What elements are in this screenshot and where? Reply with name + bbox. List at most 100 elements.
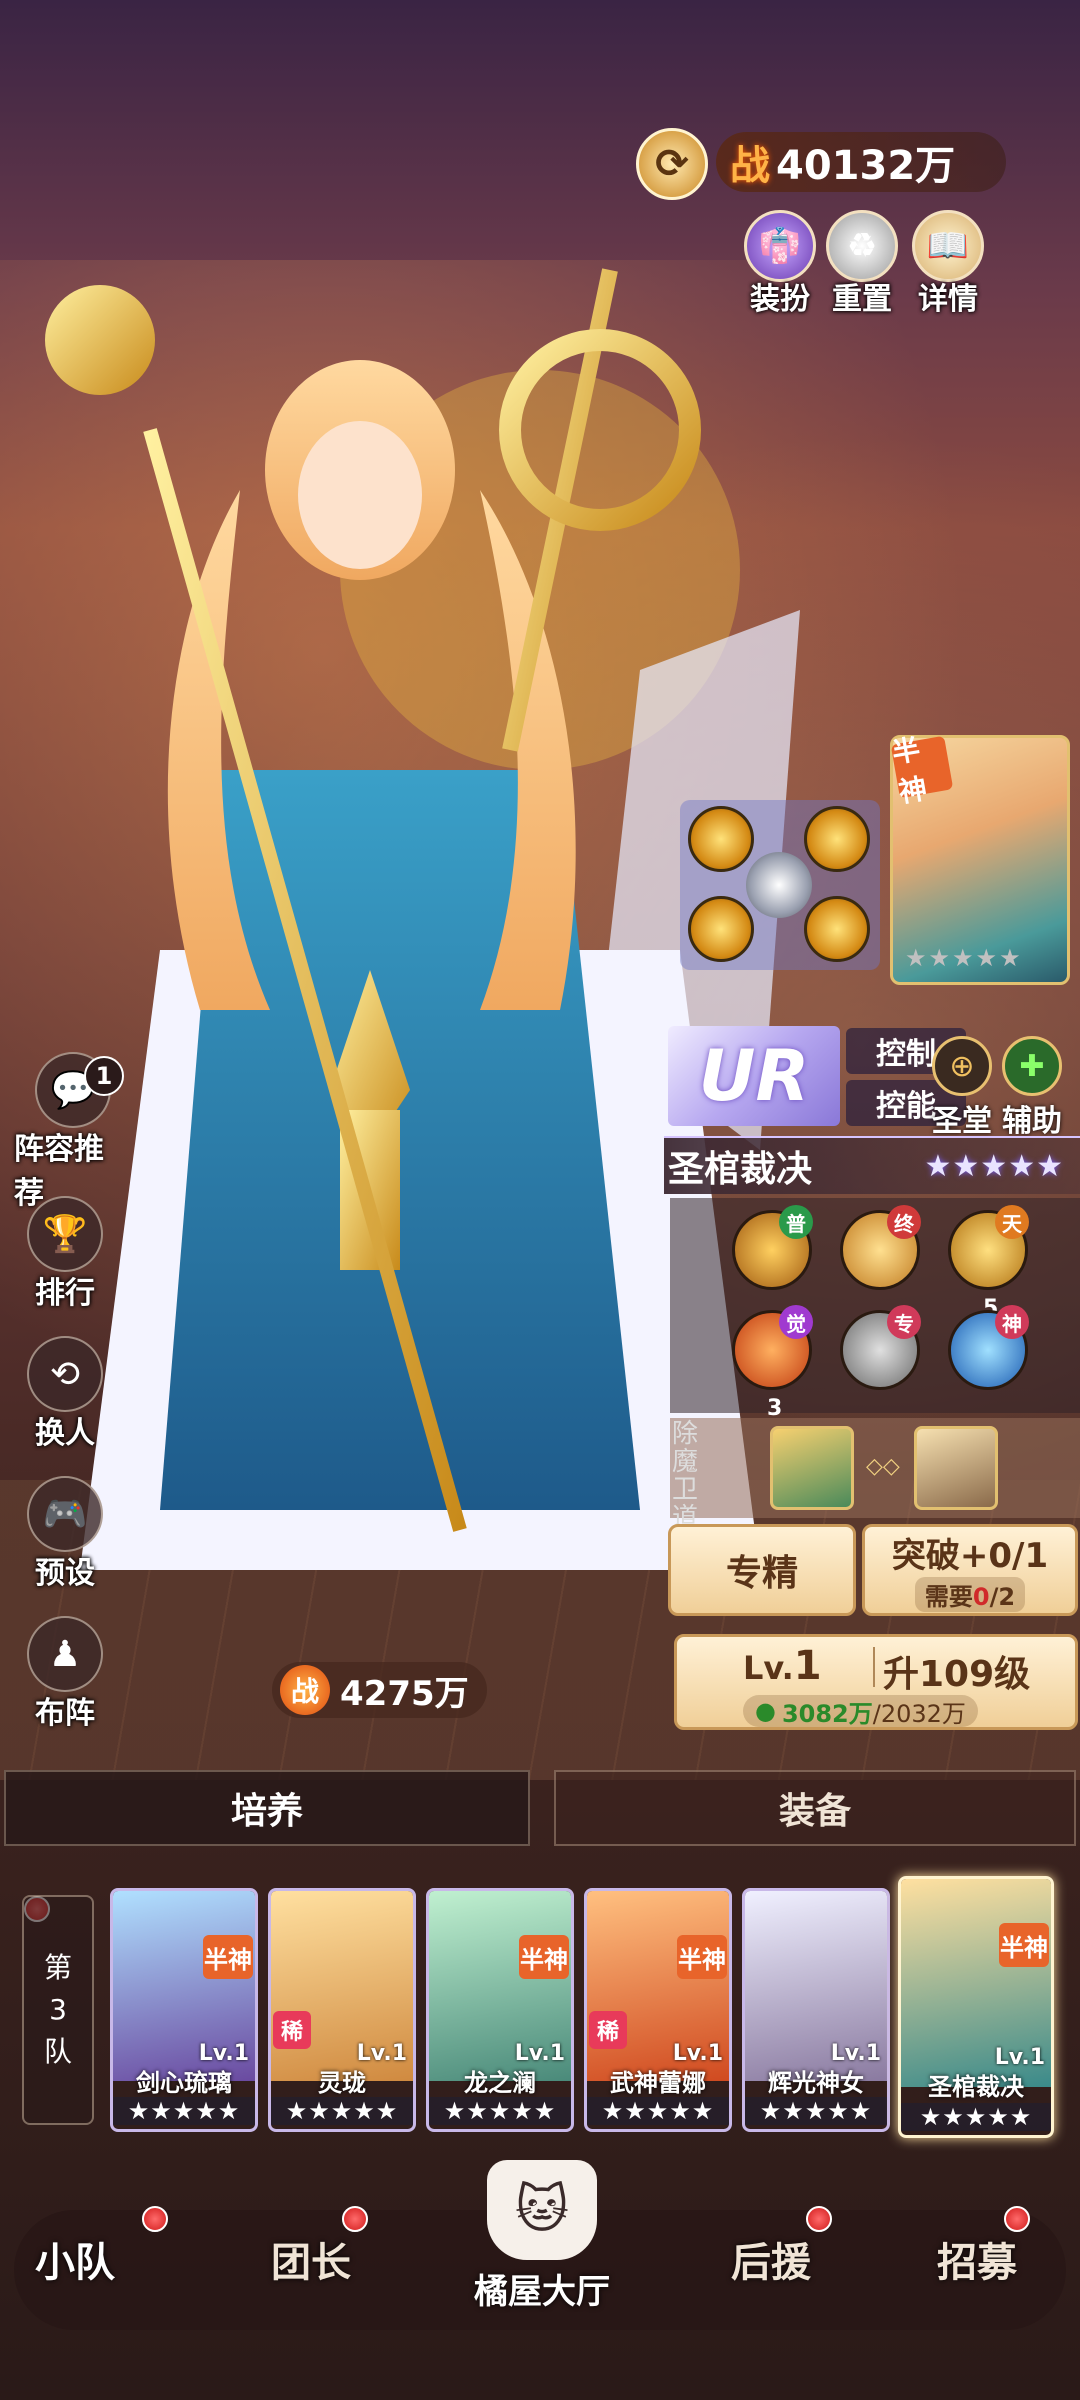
nav-support[interactable]: 后援 [696,2230,846,2288]
hero-stars: ★★★★★ [924,1148,1064,1184]
switch-hero-button[interactable]: ⟳ [636,128,708,200]
combat-power-prefix: 战 [730,143,770,189]
formation-button[interactable]: ♟ 布阵 [20,1616,110,1732]
team-hero-card[interactable]: 半神 Lv.1 龙之澜 ★★★★★ [426,1888,574,2132]
team-power: 战 4275万 [272,1662,487,1718]
hero-portrait-card[interactable]: 半神 ★★★★★ [889,732,1070,985]
skill-awaken[interactable]: 觉 3 [732,1305,813,1421]
hero-name: 武神蕾娜 [610,2069,706,2097]
level-prefix: Lv. [743,1649,794,1687]
hero-stars: ★★★★★ [901,2103,1051,2131]
preset-label: 预设 [35,1556,95,1591]
relic-core[interactable] [746,852,812,918]
nav-label: 橘屋大厅 [474,2272,610,2312]
level-cost: ● 3082万 /2032万 [743,1695,978,1728]
tab-equipment[interactable]: 装备 [554,1770,1076,1846]
details-label: 详情 [918,282,978,317]
class-label: 圣堂 [932,1104,992,1139]
bond-hero-card[interactable] [770,1426,854,1510]
level-up-button[interactable]: Lv.1 升109级 ● 3082万 /2032万 [674,1634,1078,1730]
specialize-label: 专精 [725,1553,798,1594]
hero-stars: ★★★★★ [745,2097,887,2125]
skill-tag: 天 [995,1205,1029,1239]
skill-tag: 觉 [779,1305,813,1339]
skill-normal[interactable]: 普 [732,1205,813,1290]
nav-label: 后援 [731,2240,811,2286]
notification-dot [342,2206,368,2232]
relic-slot[interactable] [804,896,870,962]
nav-team[interactable]: 小队 [0,2230,150,2288]
level-display: Lv.1 [743,1643,822,1689]
class-templar: ⊕ 圣堂 [932,1036,992,1140]
breakthrough-button[interactable]: 突破+0/1 需要0/2 [862,1524,1078,1616]
relic-slot[interactable] [688,896,754,962]
team-hero-card[interactable]: 半神 Lv.1 剑心琉璃 ★★★★★ [110,1888,258,2132]
formation-label: 布阵 [35,1696,95,1731]
skill-ultimate[interactable]: 终 [840,1205,921,1290]
class-label: 辅助 [1002,1104,1062,1139]
hero-stars: ★★★★★ [271,2097,413,2125]
team-selector[interactable]: 第 3 队 [22,1895,94,2125]
plus-icon: ✚ [1002,1036,1062,1096]
skill-panel: 普 终 天 5 觉 3 专 神 [670,1198,1080,1421]
hero-name: 灵珑 [318,2069,366,2097]
team-hero-card[interactable]: 半神 稀 Lv.1 武神蕾娜 ★★★★★ [584,1888,732,2132]
swap-hero-label: 换人 [35,1416,95,1451]
nav-label: 团长 [271,2240,351,2286]
coin-icon: ● [755,1697,776,1725]
nav-recruit[interactable]: 招募 [902,2230,1052,2288]
skill-tag: 普 [779,1205,813,1239]
hero-tag: 半神 [519,1935,569,1979]
book-icon: 📖 [912,210,984,282]
swap-hero-button[interactable]: ⟲ 换人 [20,1336,110,1452]
divider [873,1647,875,1687]
hero-tag: 半神 [999,1923,1049,1967]
relic-board[interactable] [680,800,880,970]
dress-icon: 👘 [744,210,816,282]
team-label-text: 队 [43,2035,72,2068]
nav-leader[interactable]: 团长 [236,2230,386,2288]
breakthrough-label: 突破+0/1 [891,1536,1049,1576]
bond-bar[interactable]: ◇◇ [670,1418,1080,1518]
nav-label: 招募 [937,2240,1017,2286]
team-label-text: 第 [43,1951,72,1984]
skill-tag: 终 [887,1205,921,1239]
nav-lobby[interactable]: 🐱 橘屋大厅 [462,2160,622,2330]
portrait-stars: ★★★★★ [905,944,1023,972]
hero-name: 剑心琉璃 [136,2069,232,2097]
ranking-button[interactable]: 🏆 排行 [20,1196,110,1312]
skill-heaven[interactable]: 天 5 [948,1205,1029,1321]
team-power-prefix: 战 [280,1665,330,1715]
preset-button[interactable]: 🎮 预设 [20,1476,110,1592]
dress-button[interactable]: 👘 装扮 [742,210,818,318]
relic-slot[interactable] [688,806,754,872]
notification-dot [1004,2206,1030,2232]
rarity-badge: UR [668,1026,840,1126]
tab-train[interactable]: 培养 [4,1770,530,1846]
skill-divine[interactable]: 神 [948,1305,1029,1390]
combat-power-value: 40132万 [776,143,956,189]
team-hero-card-selected[interactable]: 半神 Lv.1 圣棺裁决 ★★★★★ [898,1876,1054,2138]
details-button[interactable]: 📖 详情 [910,210,986,318]
hero-name-bar: 圣棺裁决 ★★★★★ [664,1136,1080,1194]
team-hero-card[interactable]: 稀 Lv.1 灵珑 ★★★★★ [268,1888,416,2132]
cost-total: /2032万 [872,1699,966,1728]
formation-icon: ♟ [27,1616,103,1692]
need-have: 0 [972,1583,990,1611]
bond-hero-card[interactable] [914,1426,998,1510]
rare-tag: 稀 [589,2011,627,2049]
skill-exclusive[interactable]: 专 [840,1305,921,1390]
reset-button[interactable]: ♻ 重置 [824,210,900,318]
skill-tag: 神 [995,1305,1029,1339]
tab-label: 培养 [230,1791,303,1832]
specialize-button[interactable]: 专精 [668,1524,856,1616]
relic-slot[interactable] [804,806,870,872]
gamepad-icon: 🎮 [27,1476,103,1552]
notification-dot [806,2206,832,2232]
need-prefix: 需要 [924,1583,973,1611]
hero-tag: 半神 [203,1935,253,1979]
dress-label: 装扮 [750,282,810,317]
hero-tag: 半神 [677,1935,727,1979]
tab-label: 装备 [778,1791,851,1832]
team-hero-card[interactable]: Lv.1 辉光神女 ★★★★★ [742,1888,890,2132]
